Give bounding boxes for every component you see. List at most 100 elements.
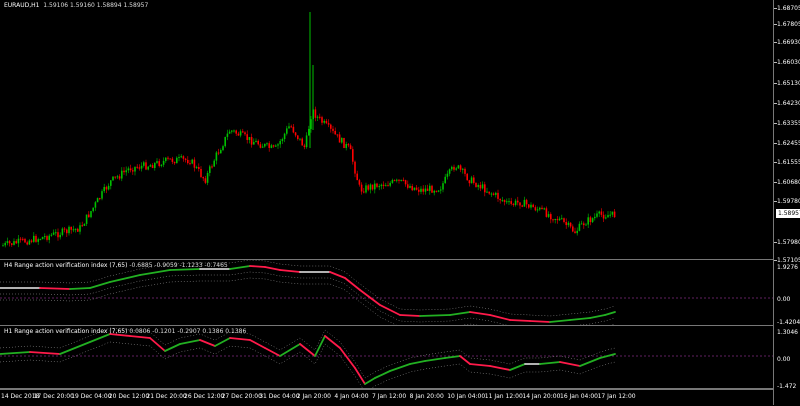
candle-body [495, 192, 497, 195]
indicator-segment [359, 289, 381, 306]
candle-body [59, 234, 61, 238]
candle-body [275, 145, 277, 147]
time-axis[interactable]: 14 Dec 2018 17 Dec 20:00 19 Dec 04:00 20 De… [0, 389, 773, 406]
indicator-segment [279, 343, 301, 357]
candle-body [611, 211, 614, 215]
candle-body [477, 184, 479, 187]
candle-body [376, 183, 378, 187]
candle-body [422, 188, 424, 192]
candle-body [565, 222, 567, 226]
candle-body [187, 159, 189, 164]
candle-body [52, 232, 55, 235]
candle-body [17, 238, 20, 244]
indicator-segment [559, 361, 581, 367]
candle-body [534, 207, 537, 211]
candle-body [580, 223, 583, 225]
candle-body [609, 214, 611, 216]
candle-body [156, 161, 158, 163]
candle-body [435, 190, 438, 192]
candle-body [228, 131, 231, 134]
candle-body [136, 166, 138, 168]
h4-indicator-chart[interactable] [0, 260, 773, 325]
candle-body [455, 168, 457, 170]
candle-body [547, 214, 550, 217]
candle-body [613, 211, 616, 218]
candle-body [451, 166, 453, 170]
candle-body [596, 213, 598, 217]
candle-body [343, 137, 345, 148]
candle-body [521, 205, 523, 207]
indicator-segment [129, 335, 151, 339]
candle-body [217, 152, 220, 154]
candle-body [200, 169, 202, 177]
candle-body [162, 160, 165, 165]
candle-body [305, 135, 308, 148]
price-tick-label: 1.66030 [777, 59, 800, 66]
price-chart-pane[interactable]: EURAUD,H1 1.59106 1.59160 1.58894 1.5895… [0, 0, 773, 260]
indicator-segment [199, 339, 216, 347]
indicator-segment [149, 337, 166, 352]
candle-body [30, 240, 33, 242]
candle-body [145, 162, 147, 170]
candle-body [37, 239, 39, 242]
indicator-segment [89, 281, 111, 289]
candle-body [303, 145, 306, 148]
candle-body [446, 173, 449, 177]
indicator-segment [0, 351, 31, 355]
candle-body [411, 186, 413, 191]
candle-body [90, 211, 92, 218]
candle-body [569, 222, 572, 227]
candle-body [149, 165, 152, 167]
candle-body [389, 182, 391, 186]
h1-indicator-pane[interactable]: H1 Range action verification index (7,65… [0, 326, 773, 389]
candle-body [563, 218, 565, 223]
candle-body [55, 232, 57, 234]
indicator-segment [379, 304, 401, 316]
candlestick-chart[interactable] [0, 0, 773, 259]
candle-body [283, 133, 286, 140]
candle-body [517, 200, 519, 203]
candle-body [50, 234, 53, 236]
candle-body [545, 208, 548, 217]
indicator-segment [409, 360, 426, 365]
price-tick-label: 1.66930 [777, 39, 800, 46]
candle-body [514, 200, 517, 205]
candle-body [68, 226, 70, 234]
indicator-segment [449, 311, 471, 316]
candle-body [198, 167, 200, 170]
candle-body [191, 159, 193, 164]
h1-tick-label: 1.3046 [777, 329, 798, 336]
candle-body [336, 134, 339, 136]
candle-body [48, 235, 50, 240]
candle-body [184, 158, 187, 160]
candle-body [41, 236, 44, 240]
candle-body [321, 117, 323, 123]
candle-body [147, 166, 149, 170]
candle-body [512, 203, 515, 205]
candle-body [365, 185, 367, 193]
h1-indicator-chart[interactable] [0, 326, 773, 388]
candle-body [374, 183, 376, 190]
candle-body [385, 185, 387, 187]
candle-body [272, 145, 275, 147]
candle-body [88, 214, 90, 218]
candle-body [231, 130, 233, 132]
candle-body [532, 204, 534, 208]
candle-body [123, 170, 125, 173]
candle-body [8, 241, 11, 244]
price-axis[interactable]: 1.68705 1.67805 1.66930 1.66030 1.65130 1.642… [773, 0, 800, 405]
candle-body [591, 218, 594, 223]
candle-body [574, 231, 576, 234]
candle-body [519, 202, 521, 206]
candle-body [176, 157, 178, 164]
indicator-segment [529, 320, 551, 323]
candle-body [257, 140, 259, 145]
candle-body [308, 128, 310, 136]
candle-body [341, 137, 343, 143]
candle-body [466, 173, 468, 181]
candle-body [26, 242, 28, 245]
h1-tick-label: -1.472 [777, 383, 797, 390]
candle-body [550, 214, 552, 220]
h4-indicator-pane[interactable]: H4 Range action verification index (7,65… [0, 260, 773, 326]
candle-body [46, 236, 48, 240]
